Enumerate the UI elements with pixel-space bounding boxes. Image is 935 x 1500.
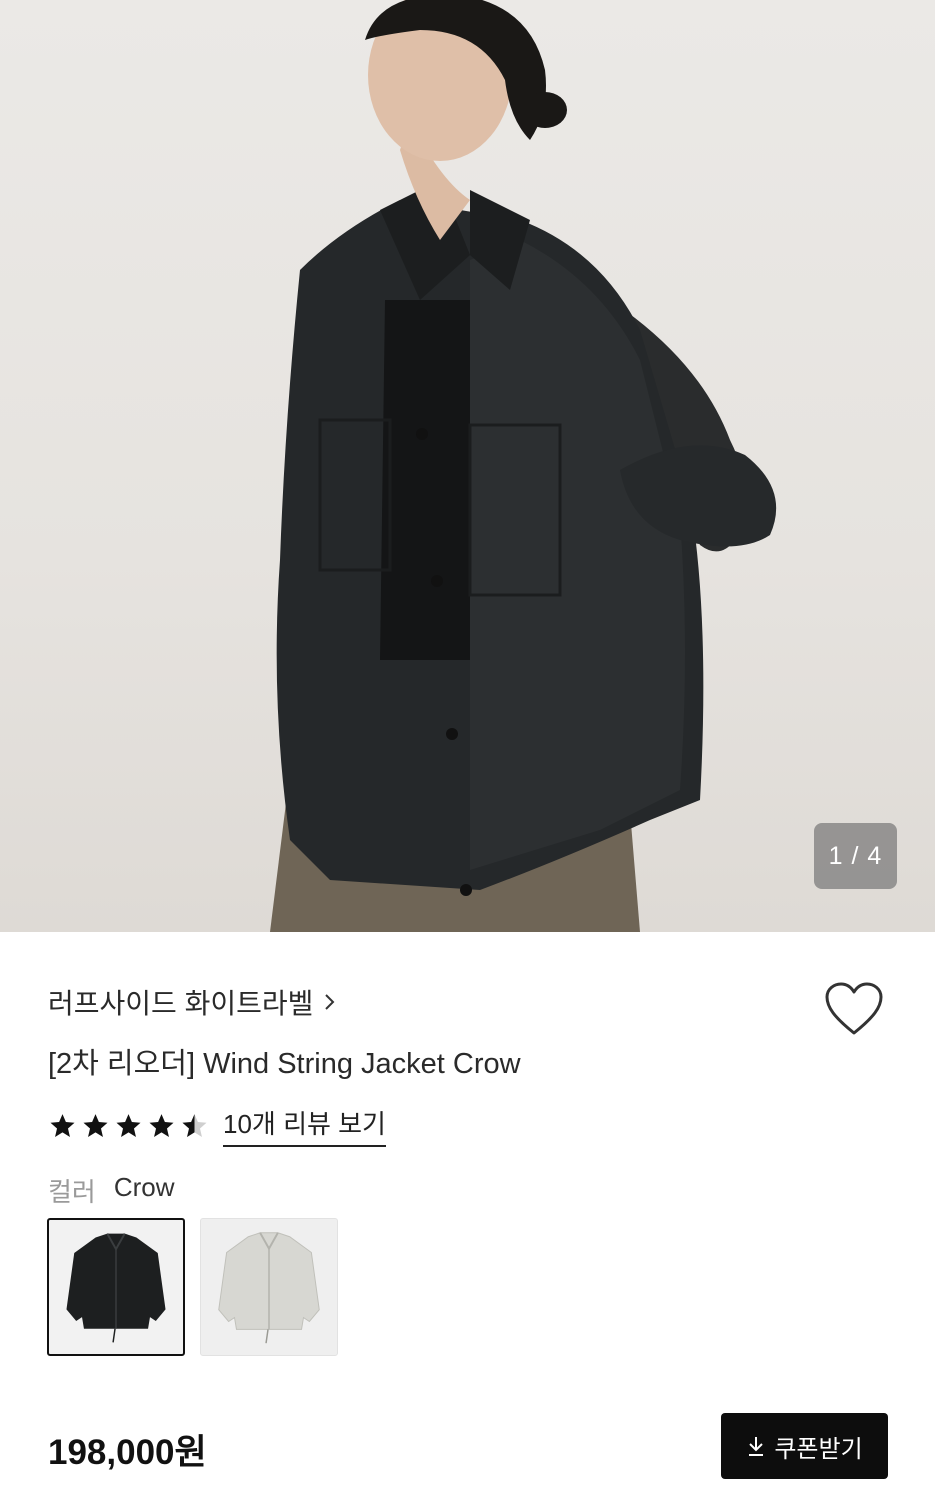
image-counter: 1 / 4 xyxy=(814,823,897,889)
color-value: Crow xyxy=(113,1172,175,1202)
brand-link[interactable]: 러프사이드 화이트라벨 xyxy=(48,982,337,1022)
brand-name: 러프사이드 화이트라벨 xyxy=(48,988,314,1019)
half-star-icon xyxy=(182,1113,207,1137)
color-swatch-crow[interactable] xyxy=(47,1218,185,1356)
light-jacket-thumbnail xyxy=(218,1232,320,1344)
color-label: 컬러 xyxy=(48,1177,96,1207)
rating-stars xyxy=(48,1112,209,1140)
rating-row: 10개 리뷰 보기 xyxy=(48,1104,386,1147)
product-image-gallery[interactable]: 1 / 4 xyxy=(0,0,935,932)
heart-icon[interactable] xyxy=(824,981,884,1037)
star-icon xyxy=(83,1113,108,1137)
price: 198,000원 xyxy=(48,1433,207,1472)
black-jacket-thumbnail xyxy=(66,1233,166,1343)
coupon-button[interactable]: 쿠폰받기 xyxy=(721,1413,888,1479)
product-photo xyxy=(270,0,777,932)
coupon-button-label: 쿠폰받기 xyxy=(774,1435,863,1463)
star-icon xyxy=(50,1113,75,1137)
star-icon xyxy=(116,1113,141,1137)
review-link[interactable]: 10개 리뷰 보기 xyxy=(223,1104,386,1147)
star-icon xyxy=(149,1113,174,1137)
chevron-right-icon xyxy=(325,994,335,1010)
color-row: 컬러 Crow xyxy=(48,1172,175,1209)
product-title: [2차 리오더] Wind String Jacket Crow xyxy=(48,1048,521,1080)
color-swatch-light[interactable] xyxy=(200,1218,338,1356)
download-icon xyxy=(749,1437,764,1456)
